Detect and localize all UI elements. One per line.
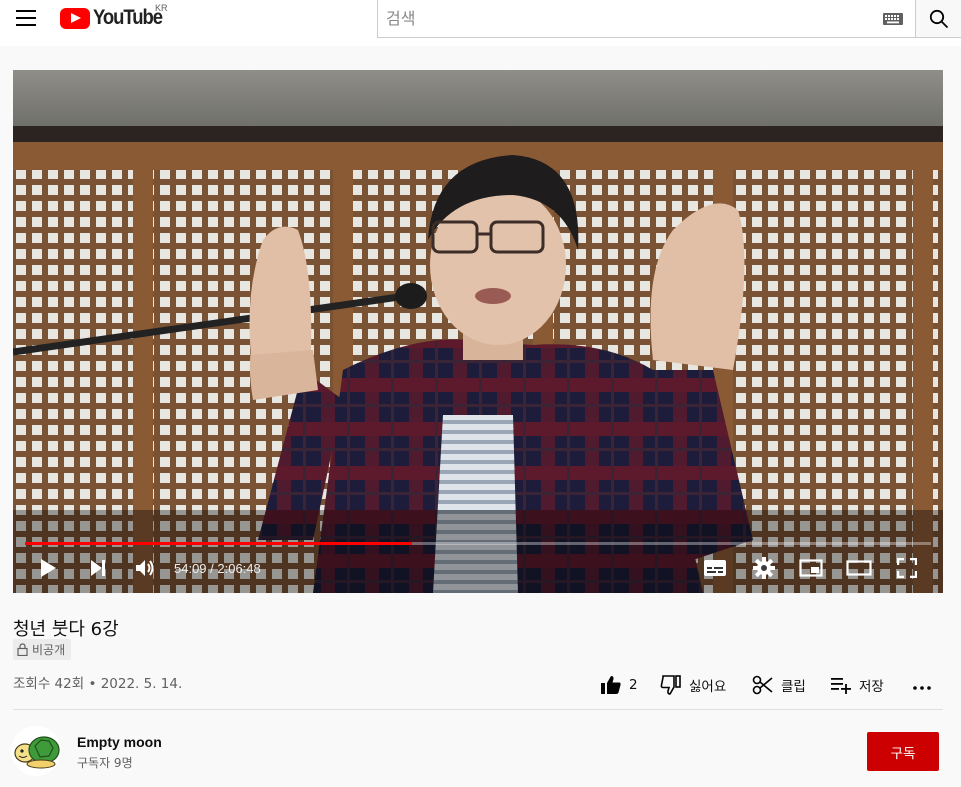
search-icon <box>929 9 948 28</box>
video-frame <box>13 70 943 593</box>
next-icon <box>91 560 105 576</box>
view-count-and-date: 조회수 42회 • 2022. 5. 14. <box>13 676 183 692</box>
playlist-add-icon <box>831 678 851 694</box>
dislike-button[interactable]: 싫어요 <box>660 672 726 698</box>
logo-text: YouTube <box>93 6 163 29</box>
subscribe-button[interactable]: 구독 <box>867 732 939 771</box>
progress-played <box>25 542 412 545</box>
video-title: 청년 붓다 6강 <box>13 619 119 640</box>
save-button[interactable]: 저장 <box>830 672 884 698</box>
theater-icon <box>846 560 872 576</box>
keyboard-icon[interactable] <box>883 13 903 25</box>
privacy-badge: 비공개 <box>13 639 72 660</box>
play-icon <box>41 559 56 577</box>
top-bar: YouTube KR <box>0 0 961 46</box>
privacy-label: 비공개 <box>32 643 66 657</box>
subtitles-icon <box>704 560 726 576</box>
more-actions-button[interactable] <box>912 672 939 698</box>
volume-button[interactable] <box>131 550 159 586</box>
miniplayer-icon <box>799 559 823 577</box>
video-player[interactable]: 54:09 / 2:06:48 <box>13 70 943 593</box>
thumbs-up-icon <box>601 676 621 694</box>
country-code: KR <box>155 3 168 13</box>
search-box <box>377 0 916 38</box>
save-label: 저장 <box>859 679 884 695</box>
youtube-play-logo-icon <box>60 7 90 29</box>
thumbs-down-icon <box>660 675 681 695</box>
divider <box>13 709 943 710</box>
next-button[interactable] <box>85 550 111 586</box>
clip-label: 클립 <box>781 679 806 695</box>
progress-bar[interactable] <box>25 542 931 545</box>
settings-button[interactable] <box>750 550 778 586</box>
scissors-icon <box>752 675 773 695</box>
fullscreen-icon <box>897 558 917 578</box>
player-controls: 54:09 / 2:06:48 <box>13 550 943 590</box>
miniplayer-button[interactable] <box>797 550 825 586</box>
subscriber-count: 구독자 9명 <box>77 756 133 770</box>
theater-mode-button[interactable] <box>845 550 873 586</box>
channel-avatar[interactable] <box>11 726 61 776</box>
more-icon <box>913 686 931 690</box>
play-button[interactable] <box>35 550 61 586</box>
search-input[interactable] <box>378 0 873 37</box>
menu-icon[interactable] <box>10 6 42 30</box>
dislike-label: 싫어요 <box>689 679 727 695</box>
fullscreen-button[interactable] <box>893 550 921 586</box>
volume-icon <box>136 560 154 576</box>
settings-icon <box>753 557 775 579</box>
search-button[interactable] <box>916 0 961 38</box>
like-button[interactable]: 2 <box>600 672 638 698</box>
clip-button[interactable]: 클립 <box>752 672 806 698</box>
like-count: 2 <box>629 677 638 693</box>
channel-name[interactable]: Empty moon <box>77 734 162 750</box>
lock-icon <box>17 643 28 656</box>
subtitles-button[interactable] <box>701 550 729 586</box>
time-display: 54:09 / 2:06:48 <box>174 561 261 576</box>
